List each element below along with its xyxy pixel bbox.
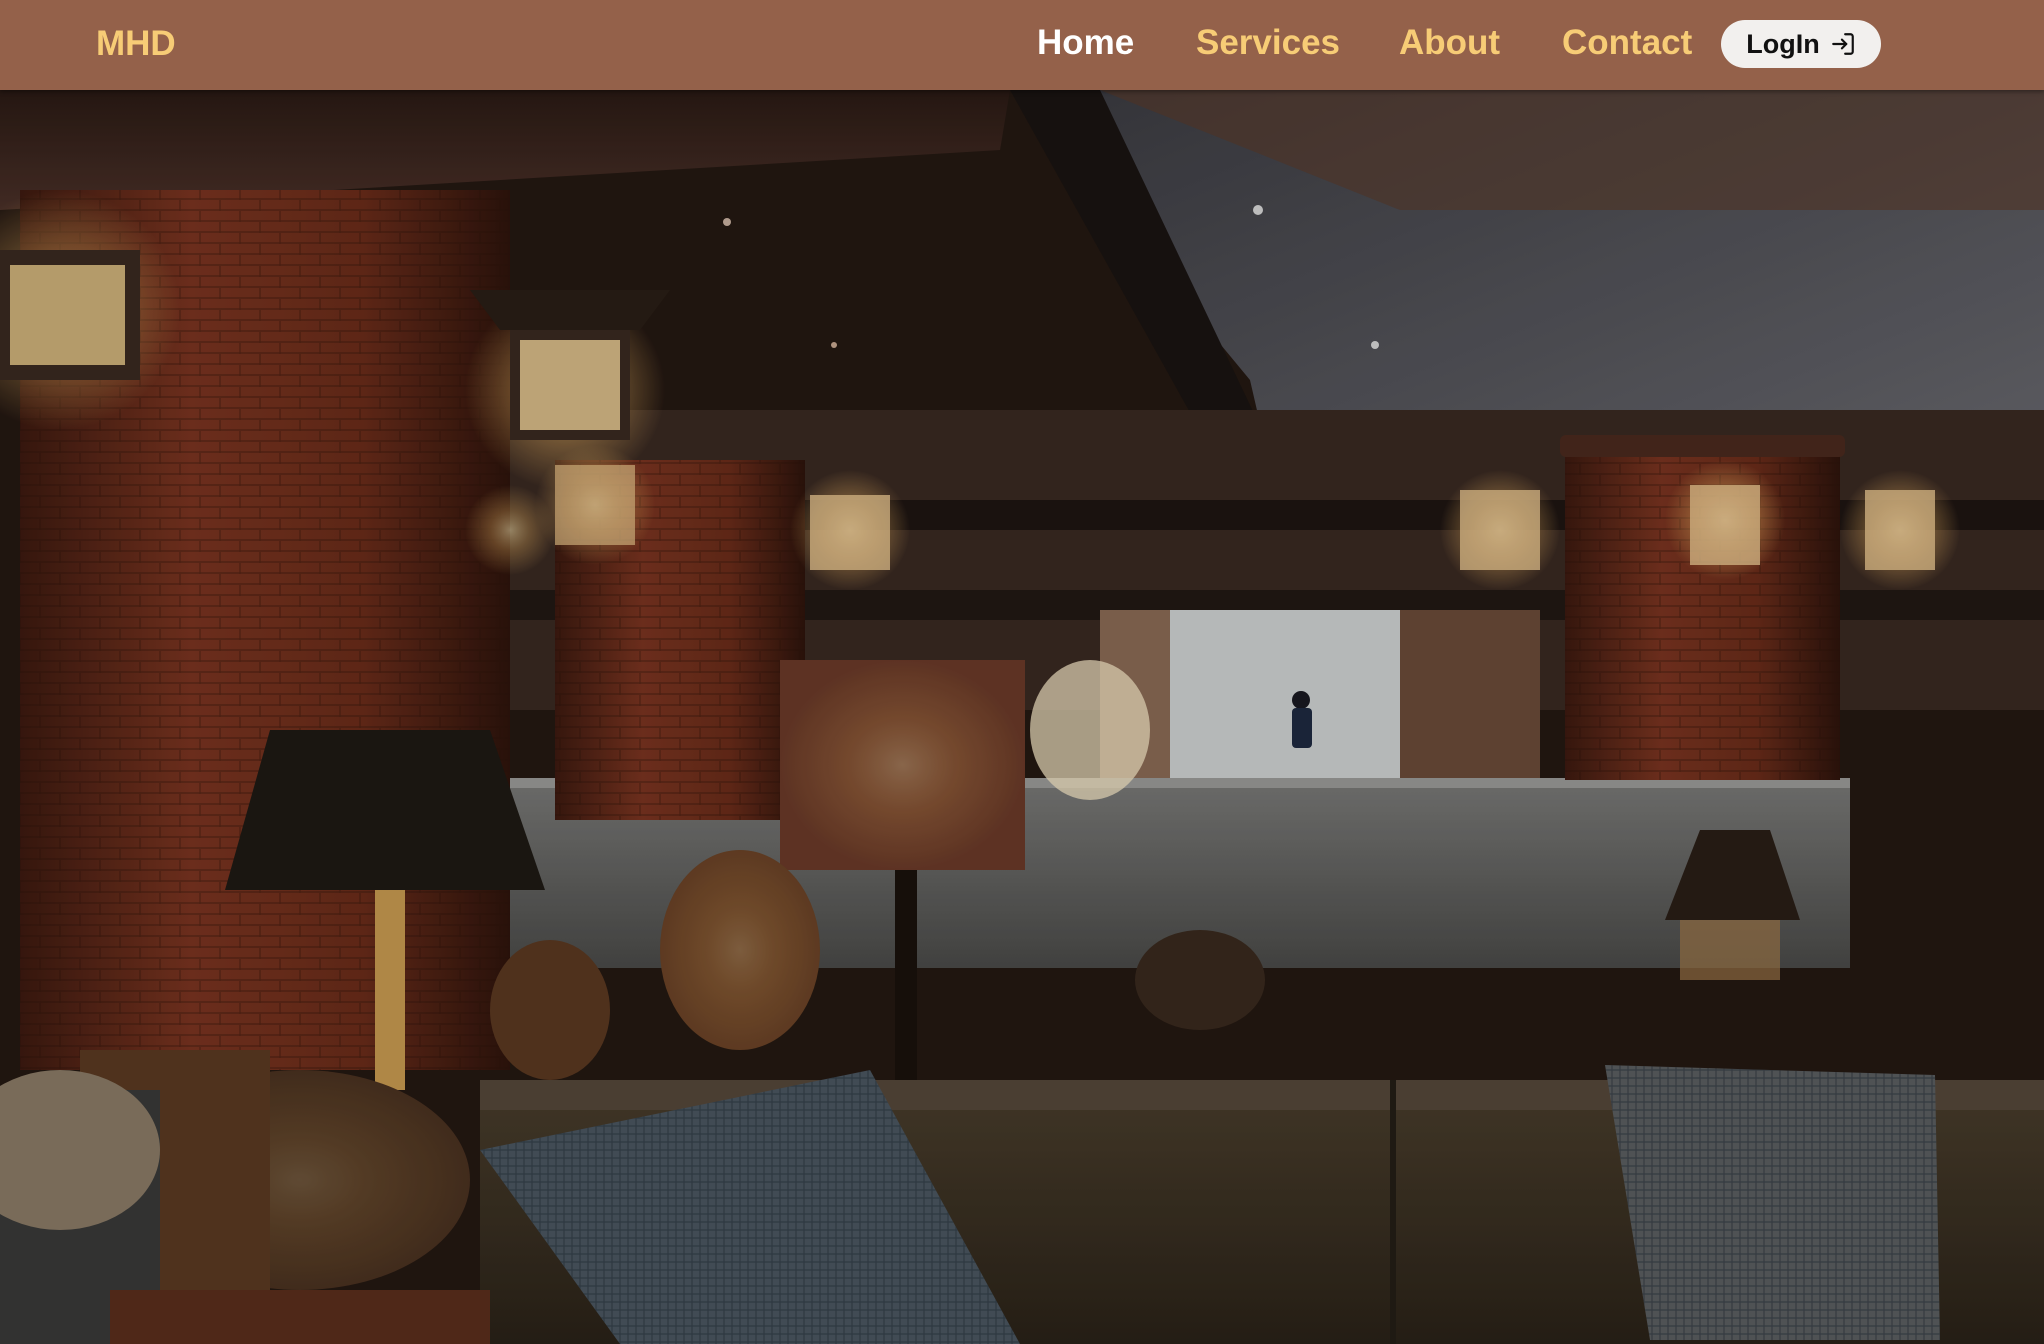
hero-background-image xyxy=(0,90,2044,1344)
nav-services[interactable]: Services xyxy=(1196,21,1340,65)
brand-logo[interactable]: MHD xyxy=(96,22,176,66)
page: MHD Home Services About Contact LogIn xyxy=(0,0,2044,1344)
nav-home[interactable]: Home xyxy=(1037,21,1134,65)
login-arrow-icon xyxy=(1831,33,1854,55)
top-navbar: MHD Home Services About Contact LogIn xyxy=(0,0,2044,90)
login-button-label: LogIn xyxy=(1746,29,1820,59)
nav-about[interactable]: About xyxy=(1399,21,1500,65)
lounge-interior-illustration xyxy=(0,90,2044,1344)
nav-contact[interactable]: Contact xyxy=(1562,21,1692,65)
login-button[interactable]: LogIn xyxy=(1721,20,1881,68)
